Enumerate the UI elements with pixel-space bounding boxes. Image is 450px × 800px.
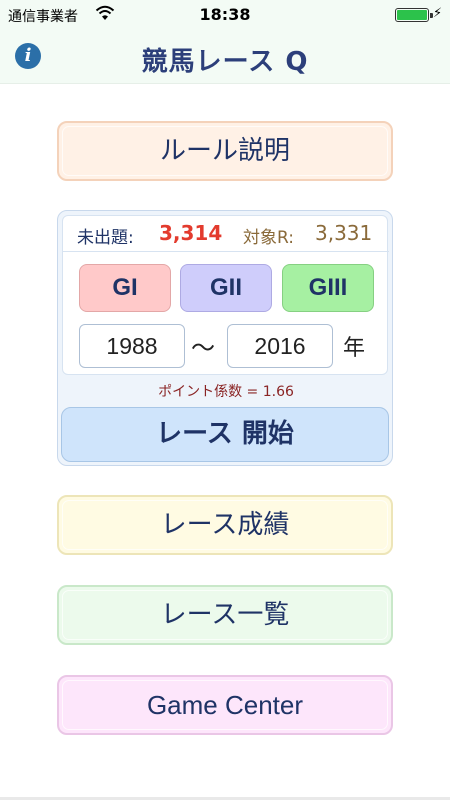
game-center-button[interactable]: Game Center	[57, 675, 393, 735]
race-settings-panel: 未出題: 3,314 対象R: 3,331 GI GII GIII 1988 〜…	[57, 210, 393, 466]
year-to-field[interactable]: 2016	[227, 324, 333, 368]
clock: 18:38	[199, 5, 251, 24]
unasked-count: 3,314	[159, 221, 223, 245]
grade-gii-toggle[interactable]: GII	[180, 264, 272, 312]
race-list-button[interactable]: レース一覧	[57, 585, 393, 645]
year-from-field[interactable]: 1988	[79, 324, 185, 368]
point-coefficient: ポイント係数 = 1.66	[158, 384, 294, 400]
target-races-count: 3,331	[315, 221, 373, 245]
start-race-button[interactable]: レース 開始	[61, 407, 389, 462]
unasked-label: 未出題:	[77, 228, 134, 248]
grade-gi-toggle[interactable]: GI	[79, 264, 171, 312]
charging-icon: ⚡	[433, 6, 443, 21]
page-title: 競馬レース Q	[141, 47, 309, 77]
race-results-button[interactable]: レース成績	[57, 495, 393, 555]
battery-icon	[395, 8, 433, 22]
status-bar: 通信事業者 18:38 ⚡	[0, 0, 450, 30]
rules-button[interactable]: ルール説明	[57, 121, 393, 181]
range-separator: 〜	[191, 334, 215, 362]
target-races-label: 対象R:	[243, 228, 295, 248]
nav-bar: i 競馬レース Q	[0, 30, 450, 84]
year-unit: 年	[343, 336, 366, 361]
race-options: 未出題: 3,314 対象R: 3,331 GI GII GIII 1988 〜…	[62, 215, 389, 375]
grade-giii-toggle[interactable]: GIII	[282, 264, 374, 312]
stats-row: 未出題: 3,314 対象R: 3,331	[63, 216, 389, 252]
